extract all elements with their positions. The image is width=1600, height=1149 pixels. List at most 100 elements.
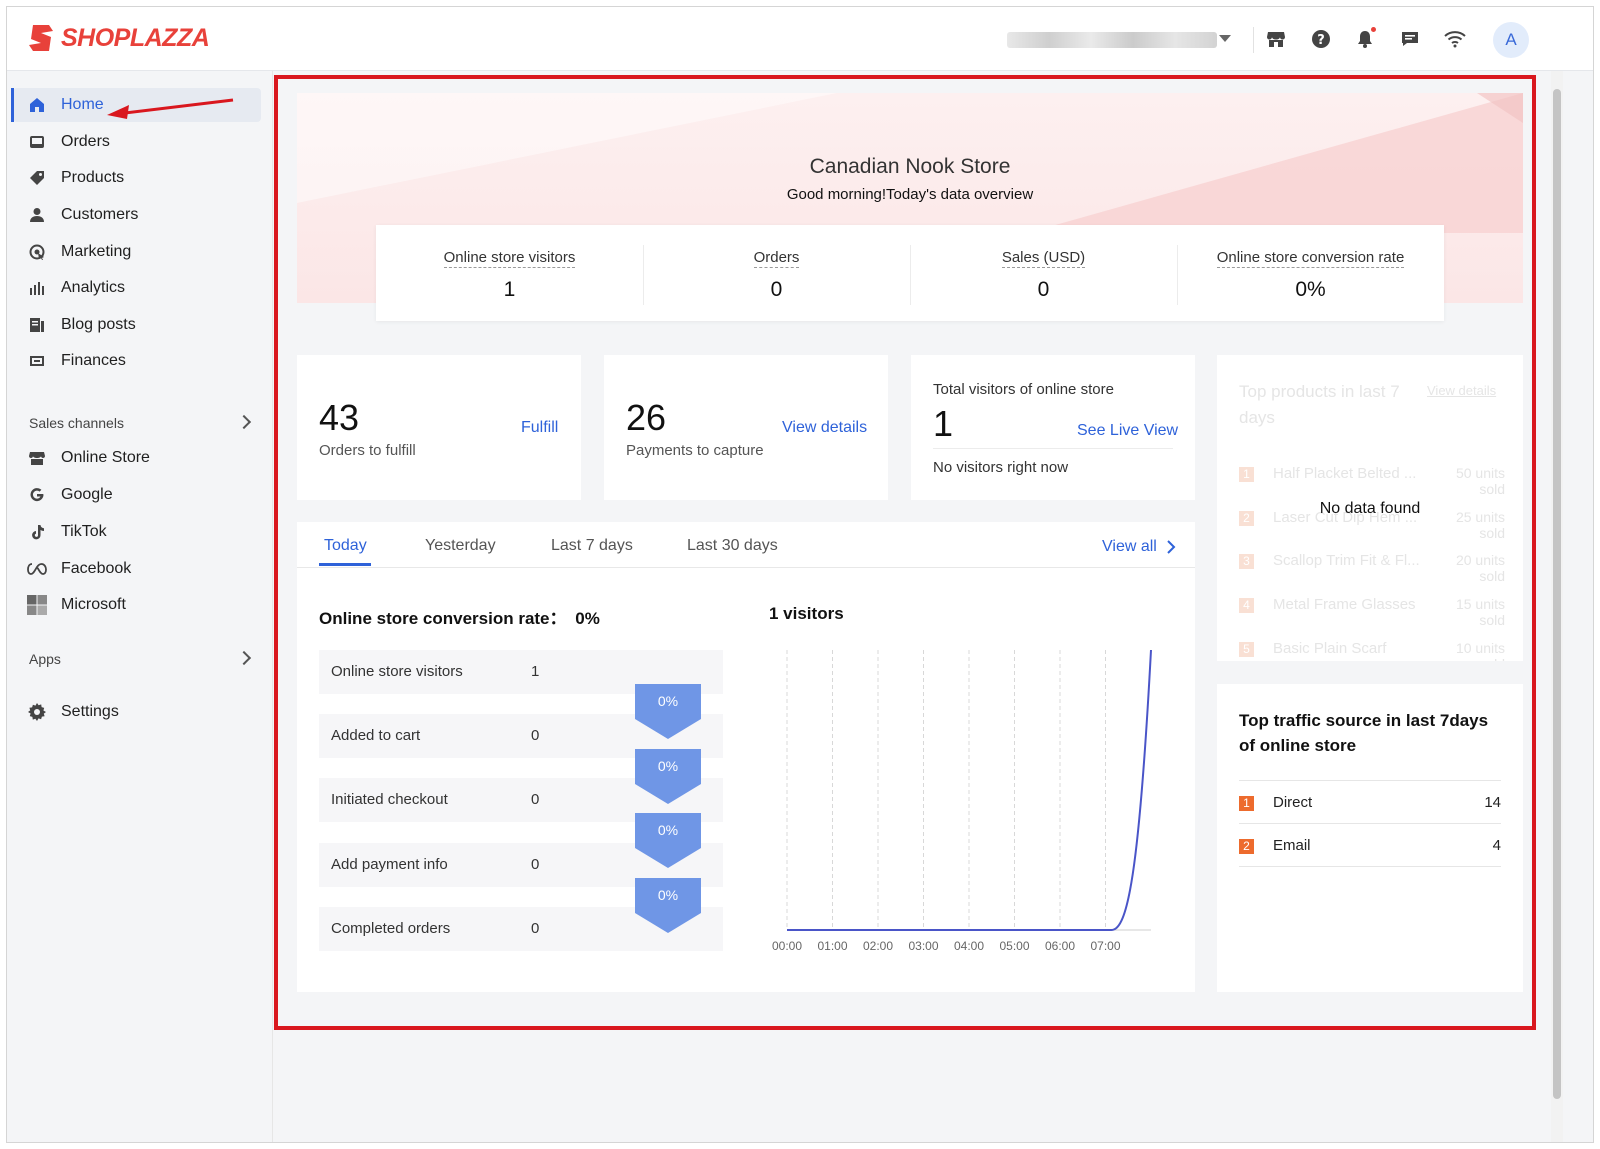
funnel-value: 0: [531, 791, 540, 808]
funnel-step-rate: 0%: [657, 887, 679, 903]
svg-text:?: ?: [1317, 33, 1325, 48]
store-icon[interactable]: [1264, 27, 1288, 51]
top-bar: SHOPLAZZA ? A: [7, 7, 1593, 71]
rank-badge: 1: [1239, 795, 1254, 811]
avatar[interactable]: A: [1493, 22, 1529, 58]
visitors-count: 1: [933, 403, 954, 444]
sidebar-item-products[interactable]: Products: [13, 161, 261, 195]
tab-yesterday[interactable]: Yesterday: [425, 537, 496, 555]
blog-icon: [27, 315, 47, 335]
chart-x-tick-label: 01:00: [817, 939, 847, 953]
funnel-value: 1: [531, 663, 540, 680]
sidebar-item-label: Finances: [61, 352, 126, 369]
sidebar-item-label: Analytics: [61, 279, 126, 296]
scrollbar[interactable]: [1551, 71, 1563, 1142]
help-icon[interactable]: ?: [1309, 27, 1333, 51]
sidebar-item-microsoft[interactable]: Microsoft: [13, 588, 261, 622]
divider: [1239, 866, 1501, 867]
sidebar-item-settings[interactable]: Settings: [13, 695, 261, 729]
tab-last-7-days[interactable]: Last 7 days: [551, 537, 633, 555]
conversion-title: Online store conversion rate：: [319, 609, 567, 628]
chart-x-tick-label: 07:00: [1090, 939, 1120, 953]
chart-x-tick-label: 03:00: [908, 939, 938, 953]
visitors-line-chart: 00:00 01:00 02:00 03:00 04:00 05:00 06:00 07:00: [772, 649, 1152, 953]
view-all-link[interactable]: View all: [1102, 538, 1176, 556]
divider: [1239, 780, 1501, 781]
chevron-right-icon: [1167, 540, 1176, 554]
sidebar-item-tiktok[interactable]: TikTok: [13, 515, 261, 549]
payments-label: Payments to capture: [626, 442, 764, 459]
traffic-source-value: 14: [1484, 794, 1501, 811]
home-icon: [27, 95, 47, 115]
product-units: 15 units sold: [1455, 596, 1505, 628]
marketing-icon: [27, 242, 47, 262]
list-item: 3 Scallop Trim Fit & Fl... 20 units sold: [1239, 552, 1505, 588]
sidebar-item-google[interactable]: Google: [13, 478, 261, 512]
funnel-step-rate: 0%: [657, 822, 679, 838]
stat-label: Orders: [753, 249, 800, 268]
analytics-panel: Today Yesterday Last 7 days Last 30 days…: [297, 522, 1195, 992]
view-details-link[interactable]: View details: [782, 419, 867, 437]
visitors-title: Total visitors of online store: [933, 381, 1114, 398]
product-units: 50 units sold: [1455, 465, 1505, 497]
traffic-source-value: 4: [1492, 837, 1501, 854]
person-icon: [27, 205, 47, 225]
greeting: Good morning!Today's data overview: [786, 186, 1034, 203]
sidebar-item-finances[interactable]: Finances: [13, 344, 261, 378]
divider: [933, 448, 1173, 449]
product-name: Metal Frame Glasses: [1273, 596, 1416, 613]
funnel-value: 0: [531, 727, 540, 744]
list-item: 1 Direct 14: [1239, 794, 1501, 818]
product-units: 10 units sold: [1455, 640, 1505, 661]
sidebar-item-orders[interactable]: Orders: [13, 125, 261, 159]
stat-label: Online store conversion rate: [1216, 249, 1405, 268]
sidebar-item-customers[interactable]: Customers: [13, 198, 261, 232]
see-live-view-link[interactable]: See Live View: [1077, 422, 1178, 440]
chevron-right-icon[interactable]: [236, 414, 252, 430]
list-item: 5 Basic Plain Scarf 10 units sold: [1239, 640, 1505, 661]
visitors-status: No visitors right now: [933, 459, 1069, 476]
sidebar-item-blog-posts[interactable]: Blog posts: [13, 308, 261, 342]
scrollbar-thumb[interactable]: [1553, 89, 1561, 1099]
meta-icon: [27, 559, 47, 579]
top-traffic-card: Top traffic source in last 7days of onli…: [1217, 684, 1523, 992]
sidebar-item-online-store[interactable]: Online Store: [13, 441, 261, 475]
bell-icon[interactable]: [1353, 27, 1377, 51]
finances-icon: [27, 351, 47, 371]
chart-x-tick-label: 00:00: [772, 939, 802, 953]
stat-conversion[interactable]: Online store conversion rate 0%: [1177, 225, 1444, 321]
top-products-link[interactable]: View details: [1427, 383, 1496, 398]
sidebar-item-analytics[interactable]: Analytics: [13, 271, 261, 305]
sidebar-item-facebook[interactable]: Facebook: [13, 552, 261, 586]
bar-chart-icon: [27, 278, 47, 298]
rank-badge: 5: [1239, 641, 1254, 657]
product-units: 20 units sold: [1455, 552, 1505, 584]
top-products-title: Top products in last 7 days: [1239, 382, 1400, 427]
tiktok-icon: [27, 522, 47, 542]
tab-today[interactable]: Today: [324, 537, 367, 555]
tag-icon: [27, 168, 47, 188]
sidebar-item-label: Settings: [61, 703, 119, 720]
fulfill-link[interactable]: Fulfill: [521, 419, 558, 437]
wifi-icon[interactable]: [1443, 27, 1467, 51]
store-switcher[interactable]: [1007, 32, 1217, 48]
sidebar-item-marketing[interactable]: Marketing: [13, 235, 261, 269]
chart-x-tick-label: 06:00: [1045, 939, 1075, 953]
top-products-card: Top products in last 7 days View details…: [1217, 355, 1523, 661]
chevron-right-icon[interactable]: [236, 650, 252, 666]
funnel-label: Online store visitors: [331, 663, 463, 680]
message-icon[interactable]: [1398, 27, 1422, 51]
conversion-value: 0%: [575, 609, 600, 628]
brand-logo[interactable]: SHOPLAZZA: [29, 23, 210, 53]
stat-sales[interactable]: Sales (USD) 0: [910, 225, 1177, 321]
funnel-step-rate: 0%: [657, 758, 679, 774]
stat-visitors[interactable]: Online store visitors 1: [376, 225, 643, 321]
funnel-label: Completed orders: [331, 920, 451, 937]
notification-dot: [1371, 27, 1376, 32]
tab-last-30-days[interactable]: Last 30 days: [687, 537, 778, 555]
chevron-down-icon[interactable]: [1219, 35, 1231, 42]
list-item: 1 Half Placket Belted ... 50 units sold: [1239, 465, 1505, 501]
stat-orders[interactable]: Orders 0: [643, 225, 910, 321]
stat-value: 0: [1037, 278, 1050, 301]
traffic-source-name: Email: [1273, 837, 1311, 854]
